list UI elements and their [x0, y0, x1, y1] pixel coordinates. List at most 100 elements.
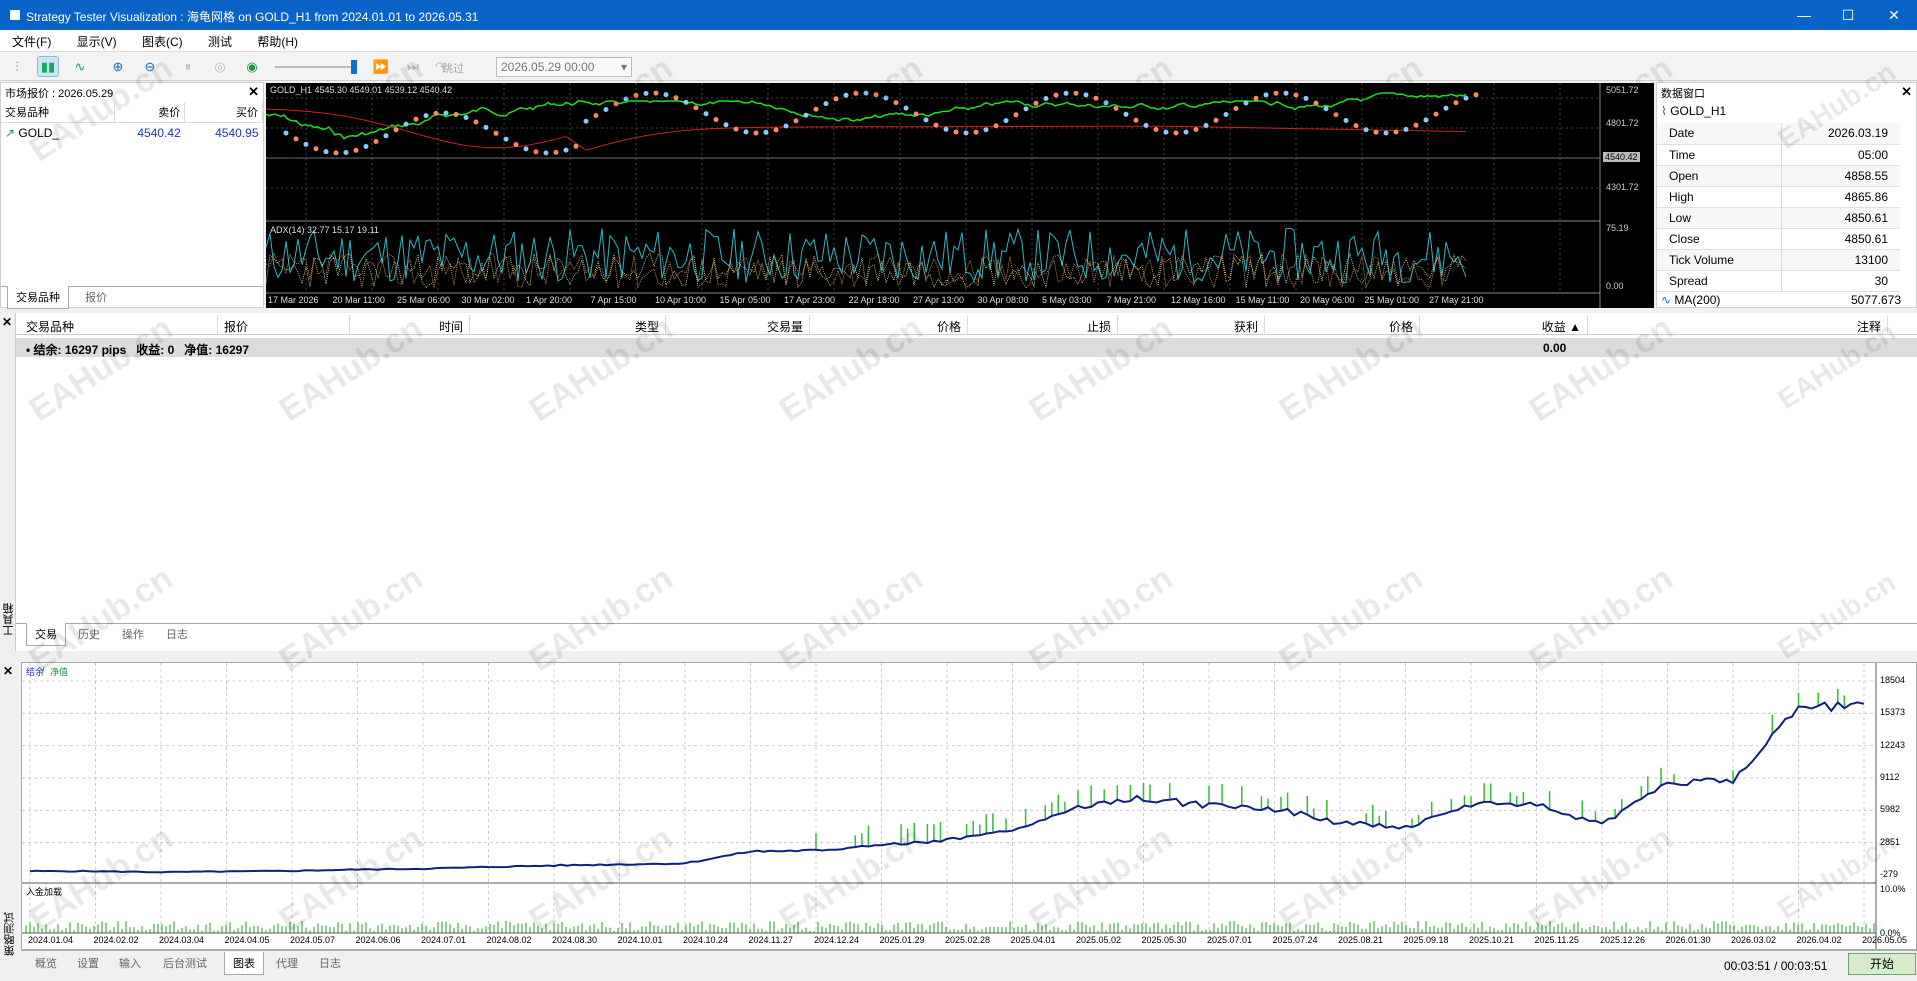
price-tick: 4801.72	[1606, 118, 1639, 128]
trade-marker	[1353, 123, 1359, 129]
close-icon[interactable]: ✕	[3, 664, 13, 678]
trade-marker	[1423, 117, 1429, 123]
tab-graph[interactable]: 图表	[224, 952, 264, 975]
toolbox-header: 交易品种 报价 时间 类型 交易量 价格 止损 获利 价格 收益 ▲ 注释	[16, 315, 1917, 335]
col-header[interactable]: 获利	[1118, 315, 1265, 335]
skip-button[interactable]: 跳过	[442, 60, 464, 76]
close-icon[interactable]: ✕	[2, 315, 12, 329]
col-bid[interactable]: 卖价	[114, 102, 186, 123]
trade-marker	[943, 126, 949, 132]
stop-icon[interactable]: ◎	[209, 56, 231, 77]
menu-view[interactable]: 显示(V)	[65, 30, 127, 50]
col-header[interactable]: 报价	[218, 315, 350, 335]
col-header[interactable]: 收益 ▲	[1420, 315, 1588, 335]
equity-chart[interactable]: 结余 / 净值 入金加载 18504 15373 12243 9112 5982 2851…	[21, 662, 1917, 950]
trade-marker	[513, 142, 519, 148]
trade-marker	[343, 150, 349, 155]
start-button[interactable]: 开始	[1848, 953, 1916, 975]
time-tick: 30 Mar 02:00	[461, 295, 515, 305]
trade-marker	[1053, 92, 1059, 98]
col-header[interactable]: 价格	[1265, 315, 1420, 335]
tab-history[interactable]: 历史	[70, 623, 108, 645]
data-value: 4850.61	[1781, 207, 1900, 229]
speed-slider[interactable]	[275, 66, 357, 68]
minimize-button[interactable]: —	[1794, 6, 1814, 24]
col-header[interactable]: 注释	[1588, 315, 1888, 335]
tab-operations[interactable]: 操作	[114, 623, 152, 645]
equity-x-tick: 2025.07.01	[1207, 935, 1253, 945]
col-header[interactable]: 类型	[470, 315, 666, 335]
trade-marker	[1203, 123, 1209, 128]
data-key: Spread	[1657, 270, 1782, 292]
equity-x-tick: 2025.02.28	[945, 935, 991, 945]
close-icon[interactable]: ✕	[1901, 84, 1912, 100]
tab-inputs[interactable]: 输入	[111, 952, 149, 974]
trade-marker	[873, 92, 879, 98]
trade-marker	[843, 92, 849, 98]
col-symbol[interactable]: 交易品种	[1, 102, 115, 123]
menu-help[interactable]: 帮助(H)	[245, 30, 308, 50]
menu-test[interactable]: 测试	[196, 30, 242, 50]
bid-cell: 4540.42	[137, 126, 181, 140]
zoom-in-icon[interactable]: ⊕	[107, 56, 129, 77]
trade-marker	[1073, 90, 1079, 96]
trade-marker	[533, 149, 539, 155]
equity-x-tick: 2024.11.27	[748, 935, 793, 945]
time-tick: 17 Apr 23:00	[784, 295, 836, 305]
tab-symbols[interactable]: 交易品种	[7, 286, 69, 309]
tab-trade[interactable]: 交易	[26, 623, 66, 646]
tab-quotes[interactable]: 报价	[77, 286, 115, 308]
skip-date-select[interactable]: 2026.05.29 00:00 ▾	[496, 57, 632, 77]
rewind-icon[interactable]: ◉	[241, 56, 263, 77]
trade-marker	[983, 127, 989, 133]
equity-x-tick: 2024.10.24	[683, 935, 729, 945]
time-tick: 20 Mar 11:00	[332, 295, 385, 305]
equity-x-tick: 2025.01.29	[879, 935, 925, 945]
trade-marker	[1293, 92, 1299, 98]
col-ask[interactable]: 买价	[184, 102, 263, 123]
line-chart-icon[interactable]: ∿	[69, 56, 91, 77]
close-button[interactable]: ✕	[1884, 6, 1904, 24]
tab-agents[interactable]: 代理	[268, 952, 306, 974]
trade-marker	[793, 118, 799, 124]
data-value: 30	[1781, 270, 1900, 292]
menu-file[interactable]: 文件(F)	[0, 30, 61, 50]
trade-marker	[1193, 127, 1199, 132]
time-axis: 17 Mar 2026 20 Mar 11:00 25 Mar 06:00 30 Ma…	[266, 295, 1600, 307]
equity-x-tick: 2025.05.02	[1076, 935, 1122, 945]
menu-charts[interactable]: 图表(C)	[130, 30, 193, 50]
pause-icon[interactable]: ⏸	[177, 56, 199, 77]
close-icon[interactable]: ✕	[248, 84, 259, 100]
tab-journal[interactable]: 日志	[311, 952, 349, 974]
step-forward-icon[interactable]: ⏩	[370, 56, 392, 77]
trade-marker	[723, 122, 729, 128]
data-value: 4858.55	[1781, 165, 1900, 187]
table-row[interactable]: ↗ GOLD_ 4540.42 4540.95	[1, 123, 263, 144]
bar-chart-icon[interactable]: ⫶	[6, 56, 28, 77]
price-chart-svg	[265, 83, 1601, 308]
trade-marker	[1183, 129, 1189, 135]
trade-marker	[413, 116, 419, 122]
zoom-out-icon[interactable]: ⊖	[139, 56, 161, 77]
tab-settings[interactable]: 设置	[69, 952, 107, 974]
speed-slider-handle[interactable]	[351, 60, 357, 74]
trade-marker	[903, 105, 909, 111]
trade-marker	[1003, 118, 1009, 124]
equity-x-tick: 2025.11.25	[1534, 935, 1579, 945]
trade-marker	[293, 136, 299, 142]
step-end-icon[interactable]: ⏭	[402, 56, 424, 77]
col-header[interactable]: 交易品种	[20, 315, 218, 335]
tab-overview[interactable]: 概览	[27, 952, 65, 974]
data-row: Spread 30	[1657, 270, 1900, 292]
price-chart[interactable]: GOLD_H1 4545.30 4549.01 4539.12 4540.42 …	[265, 83, 1654, 308]
col-header[interactable]: 价格	[810, 315, 968, 335]
trade-marker	[1393, 129, 1399, 135]
equity-x-tick: 2025.05.30	[1141, 935, 1187, 945]
col-header[interactable]: 交易量	[666, 315, 810, 335]
col-header[interactable]: 止损	[968, 315, 1118, 335]
candlestick-icon[interactable]: ▮▮	[37, 56, 59, 77]
tab-journal[interactable]: 日志	[158, 623, 196, 645]
col-header[interactable]: 时间	[350, 315, 470, 335]
maximize-button[interactable]: ☐	[1838, 6, 1858, 24]
tab-backtest[interactable]: 后台测试	[155, 952, 215, 974]
